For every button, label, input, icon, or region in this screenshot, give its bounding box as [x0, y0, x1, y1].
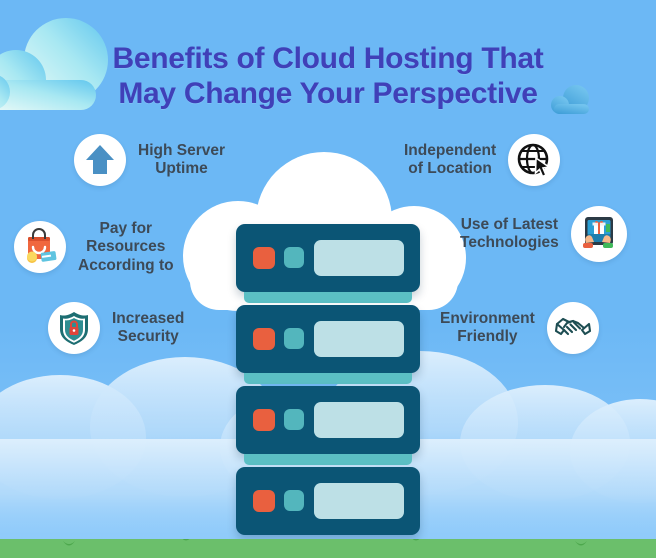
server-unit: [236, 224, 420, 292]
status-led-red: [253, 328, 275, 350]
benefit-item-use-of-latest-technologies[interactable]: Use of Latest Technologies: [460, 206, 627, 262]
benefit-item-high-server-uptime[interactable]: High Server Uptime: [74, 134, 225, 186]
grass-tufts: [63, 536, 587, 546]
server-unit: [236, 467, 420, 535]
server-unit: [236, 305, 420, 373]
benefit-label: Independent of Location: [404, 141, 497, 177]
benefit-label: Environment Friendly: [440, 309, 535, 345]
title-line-1: Benefits of Cloud Hosting That: [112, 42, 544, 76]
title-line-2: May Change Your Perspective: [118, 76, 538, 110]
shield-lock-icon: [48, 302, 100, 354]
benefit-item-increased-security[interactable]: Increased Security: [48, 302, 184, 354]
grass-strip: [0, 536, 656, 558]
server-panel: [314, 321, 404, 357]
server-rack: [236, 224, 420, 539]
status-led-red: [253, 409, 275, 431]
server-spacer: [244, 373, 412, 384]
handshake-icon: [546, 302, 599, 354]
server-panel: [314, 483, 404, 519]
server-spacer: [244, 292, 412, 303]
benefit-item-environment-friendly[interactable]: Environment Friendly: [440, 302, 599, 354]
status-led-red: [253, 490, 275, 512]
benefit-label: Increased Security: [112, 309, 185, 345]
server-unit: [236, 386, 420, 454]
benefit-item-pay-for-resources[interactable]: Pay for Resources According to: [14, 220, 174, 275]
status-led-teal: [284, 247, 304, 268]
server-panel: [314, 240, 404, 276]
status-led-teal: [284, 490, 304, 511]
server-panel: [314, 402, 404, 438]
tablet-gift-icon: [570, 206, 627, 262]
shopping-bag-icon: [14, 221, 66, 274]
server-spacer: [244, 454, 412, 465]
status-led-teal: [284, 409, 304, 430]
status-led-red: [253, 247, 275, 269]
up-arrow-icon: [74, 134, 126, 186]
benefit-item-independent-of-location[interactable]: Independent of Location: [404, 134, 561, 186]
page-title: Benefits of Cloud Hosting That May Chang…: [0, 42, 656, 112]
benefit-label: Use of Latest Technologies: [460, 215, 559, 251]
infographic-poster: Benefits of Cloud Hosting That May Chang…: [0, 0, 656, 558]
status-led-teal: [284, 328, 304, 349]
benefit-label: Pay for Resources According to: [78, 220, 174, 274]
benefit-label: High Server Uptime: [138, 141, 226, 177]
globe-cursor-icon: [508, 134, 561, 186]
